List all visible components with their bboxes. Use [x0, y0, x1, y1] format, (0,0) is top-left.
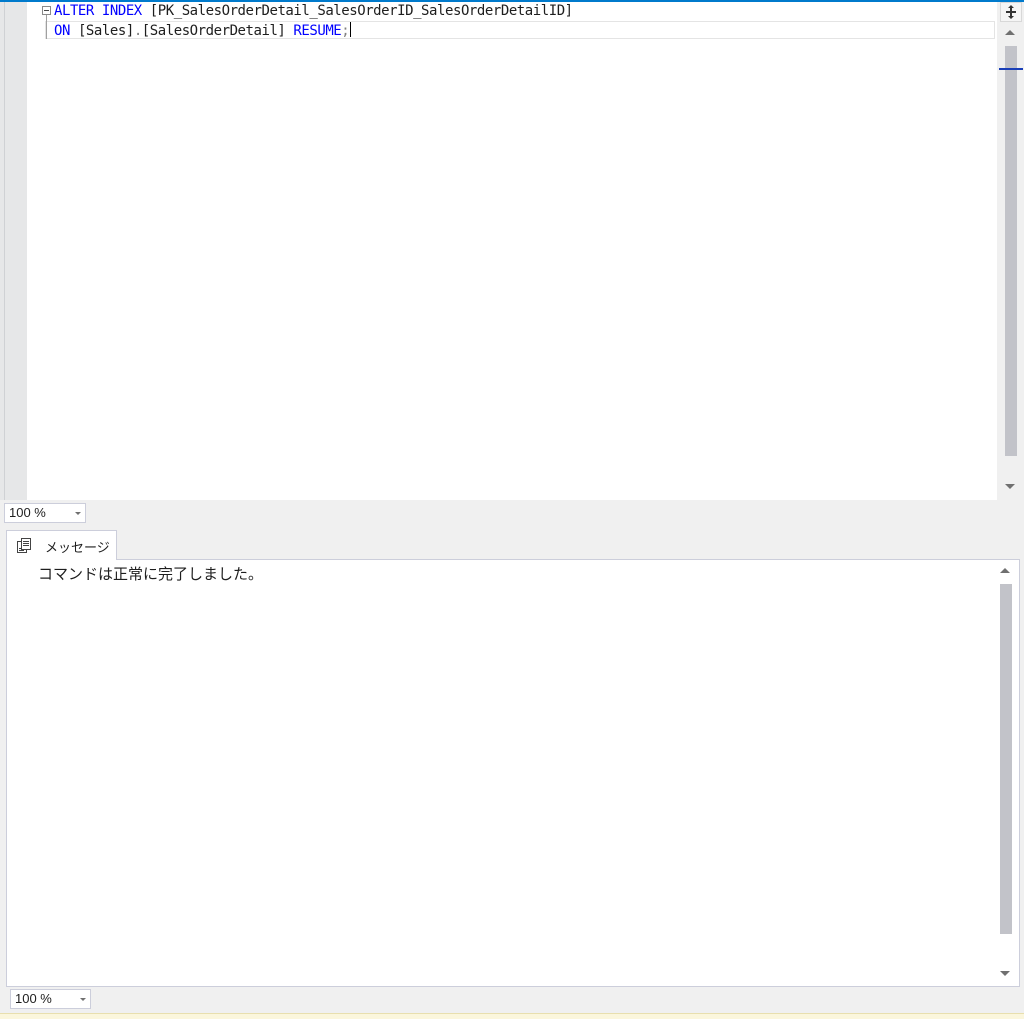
- results-pane[interactable]: [6, 559, 1020, 987]
- chevron-down-icon: [80, 998, 86, 1001]
- keyword-on: ON: [54, 23, 70, 39]
- dot-separator: .: [133, 23, 142, 39]
- editor-scroll-up-icon[interactable]: [1005, 30, 1015, 35]
- gutter-divider: [4, 2, 5, 500]
- results-zoom-select[interactable]: 100 %: [10, 989, 91, 1009]
- code-line-1[interactable]: ALTER INDEX [PK_SalesOrderDetail_SalesOr…: [54, 2, 573, 20]
- collapse-region-icon[interactable]: [42, 6, 51, 15]
- messages-icon: [17, 538, 31, 553]
- split-handle-icon[interactable]: [1000, 2, 1022, 22]
- results-footer-bar: [6, 987, 1020, 1013]
- statement-terminator: ;: [341, 23, 350, 39]
- result-message: コマンドは正常に完了しました。: [38, 565, 264, 583]
- ssms-query-window: ALTER INDEX [PK_SalesOrderDetail_SalesOr…: [0, 0, 1024, 1019]
- schema-name: [Sales]: [77, 23, 134, 39]
- query-editor[interactable]: ALTER INDEX [PK_SalesOrderDetail_SalesOr…: [0, 2, 1024, 500]
- editor-zoom-value: 100 %: [9, 505, 46, 520]
- results-scroll-down-icon[interactable]: [1000, 971, 1010, 976]
- fold-region-line: [46, 15, 47, 39]
- keyword-resume: RESUME: [293, 23, 342, 39]
- editor-scroll-down-icon[interactable]: [1005, 484, 1015, 489]
- chevron-down-icon: [75, 512, 81, 515]
- table-name: [SalesOrderDetail]: [141, 23, 286, 39]
- results-scroll-up-icon[interactable]: [1000, 568, 1010, 573]
- editor-horizontal-bar: [86, 502, 1024, 524]
- code-line-2[interactable]: ON [Sales].[SalesOrderDetail] RESUME;: [54, 22, 352, 40]
- caret-position-marker: [999, 68, 1023, 70]
- results-scroll-thumb[interactable]: [1000, 584, 1012, 934]
- tab-messages-label: メッセージ: [45, 541, 110, 556]
- editor-scroll-thumb[interactable]: [1005, 46, 1017, 456]
- code-area[interactable]: [27, 2, 997, 500]
- editor-zoom-select[interactable]: 100 %: [4, 503, 86, 523]
- keyword-alter: ALTER: [54, 3, 94, 19]
- text-caret: [350, 22, 352, 37]
- status-strip: [0, 1013, 1024, 1019]
- index-name: [PK_SalesOrderDetail_SalesOrderID_SalesO…: [149, 3, 573, 19]
- tab-messages[interactable]: メッセージ: [6, 530, 117, 560]
- keyword-index: INDEX: [101, 3, 142, 19]
- results-zoom-value: 100 %: [15, 991, 52, 1006]
